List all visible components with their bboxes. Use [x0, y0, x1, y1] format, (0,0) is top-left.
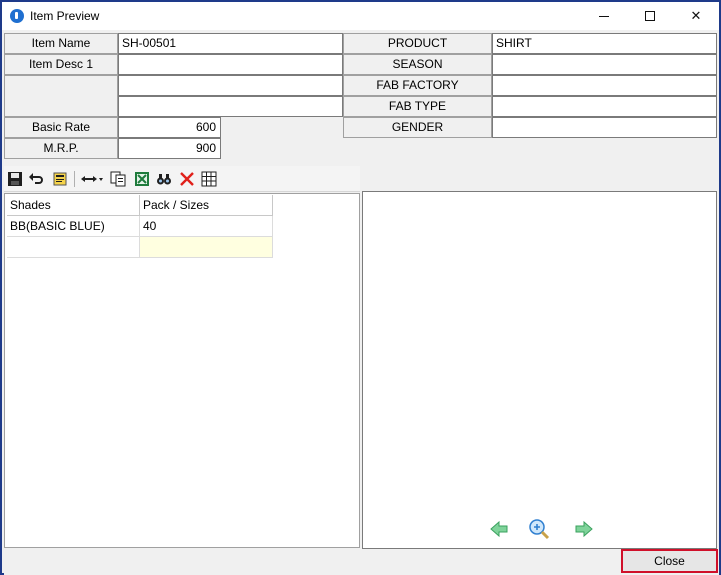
item-name-label: Item Name [4, 33, 118, 54]
fab-factory-field[interactable] [492, 75, 717, 96]
mrp-field[interactable]: 900 [118, 138, 221, 159]
table-cell-pack[interactable]: 40 [140, 216, 273, 237]
image-preview-panel [362, 191, 717, 549]
fab-factory-label: FAB FACTORY [343, 75, 492, 96]
close-window-button[interactable]: ✕ [673, 2, 719, 30]
item-desc-label: Item Desc 1 [4, 54, 118, 75]
item-desc-label-spacer [4, 75, 118, 117]
new-row-cell-shade[interactable] [7, 237, 140, 258]
column-width-icon[interactable] [80, 171, 104, 187]
copy-icon[interactable] [110, 171, 126, 187]
grid-icon[interactable] [201, 171, 217, 187]
close-icon: ✕ [690, 8, 702, 23]
item-desc-field-2[interactable] [118, 75, 343, 96]
zoom-icon[interactable] [528, 518, 550, 540]
window-title: Item Preview [30, 9, 100, 23]
minimize-icon [599, 16, 609, 17]
basic-rate-label: Basic Rate [4, 117, 118, 138]
find-icon[interactable] [156, 171, 172, 187]
item-name-field[interactable]: SH-00501 [118, 33, 343, 54]
export-icon[interactable] [52, 171, 68, 187]
item-desc-field-3[interactable] [118, 96, 343, 117]
product-field[interactable]: SHIRT [492, 33, 717, 54]
close-button[interactable]: Close [621, 549, 718, 573]
undo-icon[interactable] [28, 171, 44, 187]
shades-grid-area: Shades Pack / Sizes BB(BASIC BLUE) 40 [4, 193, 360, 548]
basic-rate-field[interactable]: 600 [118, 117, 221, 138]
app-icon [10, 9, 24, 23]
new-row-cell-pack[interactable] [140, 237, 273, 258]
arrow-left-icon[interactable] [488, 518, 510, 540]
delete-icon[interactable] [179, 171, 195, 187]
mrp-label: M.R.P. [4, 138, 118, 159]
gender-label: GENDER [343, 117, 492, 138]
minimize-button[interactable] [581, 2, 627, 30]
grid-toolbar [4, 166, 360, 192]
column-header-shades[interactable]: Shades [7, 195, 140, 216]
gender-field[interactable] [492, 117, 717, 138]
footer-bar [4, 549, 719, 575]
fab-type-label: FAB TYPE [343, 96, 492, 117]
table-cell-shade[interactable]: BB(BASIC BLUE) [7, 216, 140, 237]
toolbar-separator [74, 171, 75, 187]
season-label: SEASON [343, 54, 492, 75]
season-field[interactable] [492, 54, 717, 75]
product-label: PRODUCT [343, 33, 492, 54]
maximize-button[interactable] [627, 2, 673, 30]
fab-type-field[interactable] [492, 96, 717, 117]
item-desc-field-1[interactable] [118, 54, 343, 75]
arrow-right-icon[interactable] [573, 518, 595, 540]
item-preview-window: Item Preview ✕ Item Name SH-00501 Item D… [0, 0, 721, 575]
column-header-pack-sizes[interactable]: Pack / Sizes [140, 195, 273, 216]
title-bar: Item Preview ✕ [2, 2, 719, 30]
excel-icon[interactable] [134, 171, 150, 187]
save-icon[interactable] [7, 171, 23, 187]
maximize-icon [645, 11, 655, 21]
